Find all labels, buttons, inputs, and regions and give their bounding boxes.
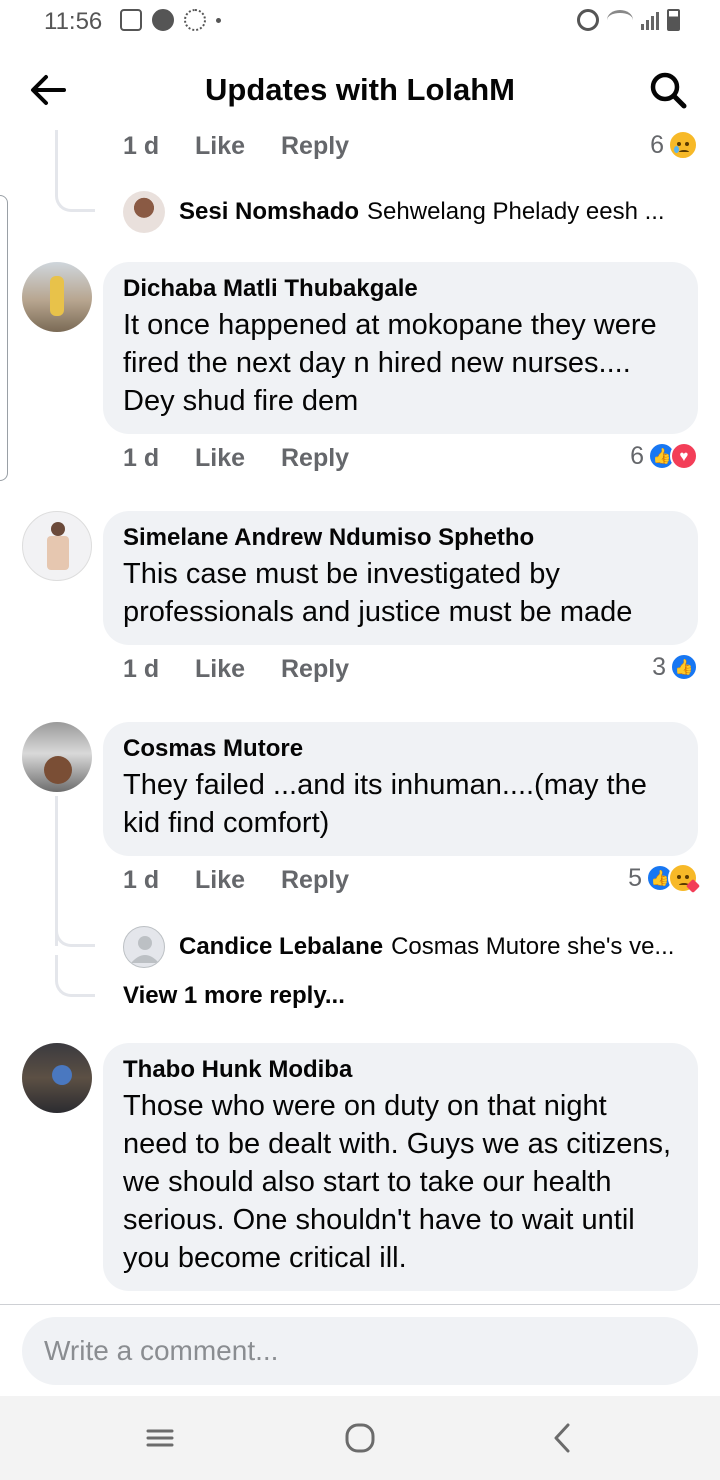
search-icon	[650, 72, 687, 109]
reply-button[interactable]: Reply	[281, 655, 349, 684]
page-title: Updates with LolahM	[205, 72, 515, 107]
signal-icon	[641, 10, 659, 30]
thread-connector	[55, 170, 95, 212]
default-avatar-icon	[131, 936, 159, 963]
comment-composer: Write a comment...	[0, 1304, 720, 1396]
comment-time: 1 d	[123, 865, 160, 894]
comment-text: They failed ...and its inhuman....(may t…	[123, 769, 647, 839]
wifi-icon	[607, 10, 633, 30]
avatar[interactable]	[22, 511, 92, 581]
reply-snippet: Cosmas Mutore she's ve...	[391, 933, 675, 960]
thread-connector	[55, 905, 95, 947]
comment-actions: 1 d Like Reply	[123, 862, 349, 898]
comment-time: 1 d	[123, 443, 160, 472]
comment-bubble: Cosmas Mutore They failed ...and its inh…	[103, 722, 698, 856]
comment-bubble: Thabo Hunk Modiba Those who were on duty…	[103, 1043, 698, 1291]
comment-author[interactable]: Cosmas Mutore	[123, 734, 678, 764]
system-back-button[interactable]	[542, 1420, 582, 1456]
app-header: Updates with LolahM	[0, 50, 720, 130]
reaction-count: 5	[628, 863, 642, 892]
home-button[interactable]	[340, 1420, 380, 1456]
reply-snippet: Sehwelang Phelady eesh ...	[367, 198, 665, 225]
reply-preview[interactable]: Sesi Nomshado Sehwelang Phelady eesh ...	[123, 190, 665, 234]
recent-apps-icon	[146, 1429, 174, 1447]
comment-actions: 1 d Like Reply	[123, 651, 349, 687]
reply-button[interactable]: Reply	[281, 444, 349, 473]
comment-bubble: Simelane Andrew Ndumiso Sphetho This cas…	[103, 511, 698, 645]
sync-icon	[184, 9, 206, 31]
comment-bubble: Dichaba Matli Thubakgale It once happene…	[103, 262, 698, 434]
like-button[interactable]: Like	[195, 132, 281, 161]
chevron-left-icon	[554, 1423, 570, 1453]
like-button[interactable]: Like	[195, 444, 281, 473]
comment-author[interactable]: Dichaba Matli Thubakgale	[123, 274, 678, 304]
avatar	[123, 191, 165, 233]
home-icon	[345, 1423, 375, 1453]
status-bar: 11:56	[0, 0, 720, 44]
avatar[interactable]	[22, 722, 92, 792]
avatar	[123, 926, 165, 968]
reply-author[interactable]: Candice Lebalane	[179, 933, 383, 961]
reaction-count: 6	[650, 130, 664, 159]
comment-text: This case must be investigated by profes…	[123, 558, 633, 628]
reaction-summary[interactable]: 6 👍 ♥	[630, 438, 698, 474]
comment-time: 1 d	[123, 654, 160, 683]
love-reaction-icon: ♥	[670, 442, 698, 470]
reply-button[interactable]: Reply	[281, 132, 349, 161]
reaction-count: 3	[652, 652, 666, 681]
like-reaction-icon: 👍	[670, 653, 698, 681]
battery-icon	[667, 9, 680, 31]
avatar[interactable]	[22, 1043, 92, 1113]
gallery-icon	[120, 9, 142, 31]
sad-reaction-icon	[668, 130, 698, 160]
more-notifications-icon	[216, 17, 221, 23]
comment-actions: 1 d Like Reply	[123, 128, 349, 164]
reply-button[interactable]: Reply	[281, 866, 349, 895]
reaction-summary[interactable]: 3 👍	[652, 649, 698, 685]
comment-text: Those who were on duty on that night nee…	[123, 1090, 672, 1274]
reaction-summary[interactable]: 5 👍	[628, 860, 701, 896]
system-nav-bar	[0, 1396, 720, 1480]
comment-author[interactable]: Simelane Andrew Ndumiso Sphetho	[123, 523, 678, 553]
reply-author[interactable]: Sesi Nomshado	[179, 198, 359, 226]
comment-time: 1 d	[123, 131, 160, 160]
music-icon	[152, 9, 174, 31]
reaction-summary[interactable]: 6	[650, 127, 698, 163]
reply-preview[interactable]: Candice Lebalane Cosmas Mutore she's ve.…	[123, 925, 674, 969]
view-more-replies-link[interactable]: View 1 more reply...	[123, 982, 345, 1010]
status-time: 11:56	[44, 8, 103, 35]
alarm-icon	[577, 9, 599, 31]
thread-connector	[55, 955, 95, 997]
comment-author[interactable]: Thabo Hunk Modiba	[123, 1055, 678, 1085]
comment-text: It once happened at mokopane they were f…	[123, 309, 657, 417]
comment-input[interactable]: Write a comment...	[22, 1317, 698, 1385]
reaction-count: 6	[630, 441, 644, 470]
like-button[interactable]: Like	[195, 866, 281, 895]
recent-apps-button[interactable]	[140, 1420, 180, 1456]
like-button[interactable]: Like	[195, 655, 281, 684]
scroll-edge-handle[interactable]	[0, 195, 8, 481]
search-button[interactable]	[646, 68, 690, 112]
avatar[interactable]	[22, 262, 92, 332]
care-reaction-icon	[668, 863, 701, 894]
comment-actions: 1 d Like Reply	[123, 440, 349, 476]
